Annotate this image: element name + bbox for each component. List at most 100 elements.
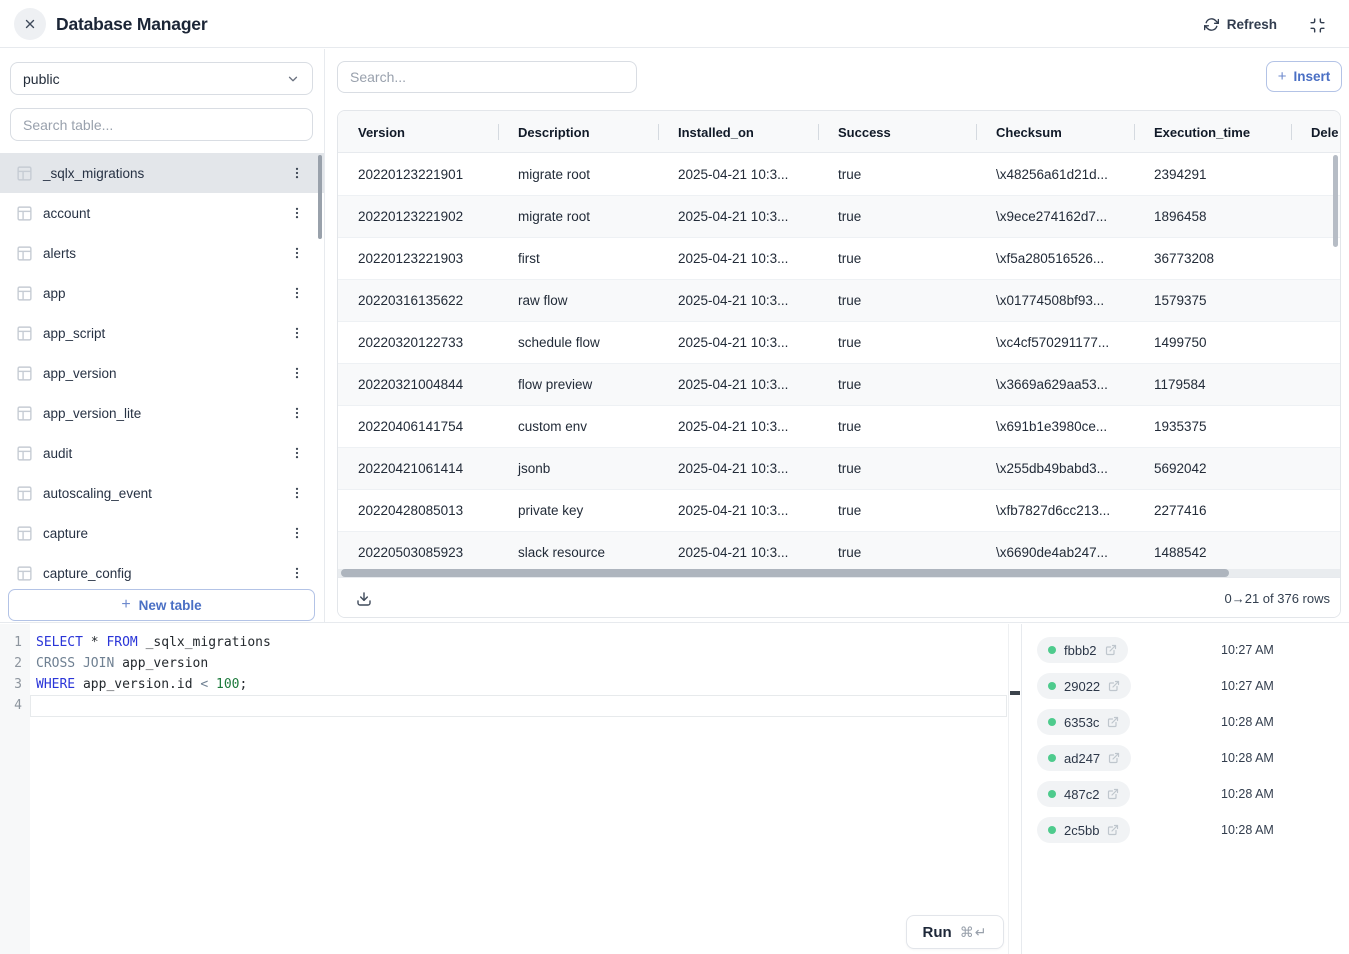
table-item-menu-button[interactable] — [288, 163, 306, 183]
grid-cell[interactable]: 2025-04-21 10:3... — [658, 490, 818, 531]
grid-cell[interactable]: raw flow — [498, 280, 658, 321]
grid-cell[interactable] — [1291, 364, 1341, 405]
grid-cell[interactable]: \x3669a629aa53... — [976, 364, 1134, 405]
table-list-item[interactable]: app_version — [0, 353, 324, 393]
external-link-icon[interactable] — [1105, 644, 1117, 656]
table-list-item[interactable]: app — [0, 273, 324, 313]
code-line[interactable]: 2CROSS JOIN app_version — [0, 653, 1007, 674]
table-list-item[interactable]: capture_config — [0, 553, 324, 589]
table-item-menu-button[interactable] — [288, 363, 306, 383]
code-line[interactable]: 3WHERE app_version.id < 100; — [0, 674, 1007, 695]
grid-cell[interactable]: true — [818, 153, 976, 195]
grid-cell[interactable]: 2025-04-21 10:3... — [658, 280, 818, 321]
grid-cell[interactable]: true — [818, 322, 976, 363]
grid-cell[interactable]: migrate root — [498, 196, 658, 237]
history-query-pill[interactable]: 29022 — [1037, 673, 1131, 699]
sidebar-scrollbar[interactable] — [318, 155, 322, 239]
grid-row[interactable]: 20220123221902migrate root2025-04-21 10:… — [338, 195, 1341, 237]
grid-cell[interactable]: 1896458 — [1134, 196, 1291, 237]
table-list-item[interactable]: autoscaling_event — [0, 473, 324, 513]
grid-cell[interactable]: private key — [498, 490, 658, 531]
grid-header-cell[interactable]: Version — [338, 111, 498, 153]
grid-cell[interactable] — [1291, 322, 1341, 363]
run-button[interactable]: Run ⌘↵ — [906, 915, 1004, 949]
grid-search-input[interactable] — [337, 61, 637, 93]
external-link-icon[interactable] — [1107, 824, 1119, 836]
grid-cell[interactable]: 5692042 — [1134, 448, 1291, 489]
insert-button[interactable]: + Insert — [1266, 61, 1342, 92]
grid-row[interactable]: 20220406141754custom env2025-04-21 10:3.… — [338, 405, 1341, 447]
grid-cell[interactable]: 1935375 — [1134, 406, 1291, 447]
grid-cell[interactable]: \x6690de4ab247... — [976, 532, 1134, 573]
table-item-menu-button[interactable] — [288, 203, 306, 223]
table-item-menu-button[interactable] — [288, 403, 306, 423]
history-query-pill[interactable]: ad247 — [1037, 745, 1131, 771]
grid-cell[interactable]: 2277416 — [1134, 490, 1291, 531]
grid-vertical-scrollbar[interactable] — [1333, 155, 1338, 247]
grid-horizontal-scrollbar[interactable] — [341, 569, 1229, 577]
grid-header-cell[interactable]: Checksum — [976, 111, 1134, 153]
grid-cell[interactable]: 2025-04-21 10:3... — [658, 448, 818, 489]
export-button[interactable] — [352, 587, 376, 611]
new-table-button[interactable]: + New table — [8, 589, 315, 621]
history-query-pill[interactable]: 487c2 — [1037, 781, 1130, 807]
grid-header-cell[interactable]: Installed_on — [658, 111, 818, 153]
history-query-pill[interactable]: 6353c — [1037, 709, 1130, 735]
grid-cell[interactable]: 20220123221903 — [338, 238, 498, 279]
schema-select[interactable]: public — [10, 62, 313, 95]
code-line[interactable]: 1SELECT * FROM _sqlx_migrations — [0, 632, 1007, 653]
grid-cell[interactable]: 20220406141754 — [338, 406, 498, 447]
grid-cell[interactable]: 20220421061414 — [338, 448, 498, 489]
grid-cell[interactable]: 2394291 — [1134, 153, 1291, 195]
grid-row[interactable]: 20220421061414jsonb2025-04-21 10:3...tru… — [338, 447, 1341, 489]
grid-cell[interactable] — [1291, 406, 1341, 447]
table-list-item[interactable]: alerts — [0, 233, 324, 273]
grid-cell[interactable]: 20220316135622 — [338, 280, 498, 321]
external-link-icon[interactable] — [1107, 716, 1119, 728]
grid-cell[interactable]: slack resource — [498, 532, 658, 573]
grid-row[interactable]: 20220503085923slack resource2025-04-21 1… — [338, 531, 1341, 573]
grid-cell[interactable]: 20220123221901 — [338, 153, 498, 195]
grid-cell[interactable]: jsonb — [498, 448, 658, 489]
grid-row[interactable]: 20220321004844flow preview2025-04-21 10:… — [338, 363, 1341, 405]
table-list-item[interactable]: _sqlx_migrations — [0, 153, 324, 193]
table-list-item[interactable]: app_script — [0, 313, 324, 353]
grid-cell[interactable]: true — [818, 490, 976, 531]
close-button[interactable] — [14, 8, 46, 40]
grid-cell[interactable]: flow preview — [498, 364, 658, 405]
grid-cell[interactable]: \x691b1e3980ce... — [976, 406, 1134, 447]
grid-cell[interactable]: 20220321004844 — [338, 364, 498, 405]
grid-row[interactable]: 20220320122733schedule flow2025-04-21 10… — [338, 321, 1341, 363]
table-item-menu-button[interactable] — [288, 523, 306, 543]
grid-cell[interactable]: \xf5a280516526... — [976, 238, 1134, 279]
grid-cell[interactable]: 1179584 — [1134, 364, 1291, 405]
grid-cell[interactable]: true — [818, 364, 976, 405]
grid-cell[interactable]: custom env — [498, 406, 658, 447]
grid-cell[interactable]: 20220320122733 — [338, 322, 498, 363]
table-item-menu-button[interactable] — [288, 243, 306, 263]
grid-cell[interactable]: 2025-04-21 10:3... — [658, 532, 818, 573]
table-list-item[interactable]: account — [0, 193, 324, 233]
history-query-pill[interactable]: fbbb2 — [1037, 637, 1128, 663]
grid-cell[interactable]: 2025-04-21 10:3... — [658, 196, 818, 237]
external-link-icon[interactable] — [1108, 752, 1120, 764]
table-list-item[interactable]: app_version_lite — [0, 393, 324, 433]
grid-cell[interactable] — [1291, 490, 1341, 531]
grid-cell[interactable]: 2025-04-21 10:3... — [658, 153, 818, 195]
grid-header-cell[interactable]: Execution_time — [1134, 111, 1291, 153]
grid-cell[interactable]: true — [818, 238, 976, 279]
grid-cell[interactable]: 36773208 — [1134, 238, 1291, 279]
grid-cell[interactable]: migrate root — [498, 153, 658, 195]
exit-fullscreen-button[interactable] — [1309, 16, 1327, 34]
grid-cell[interactable]: 1488542 — [1134, 532, 1291, 573]
grid-cell[interactable]: \x01774508bf93... — [976, 280, 1134, 321]
grid-cell[interactable]: 2025-04-21 10:3... — [658, 364, 818, 405]
grid-cell[interactable] — [1291, 280, 1341, 321]
grid-header-cell[interactable]: Description — [498, 111, 658, 153]
grid-row[interactable]: 20220123221901migrate root2025-04-21 10:… — [338, 153, 1341, 195]
grid-row[interactable]: 20220428085013private key2025-04-21 10:3… — [338, 489, 1341, 531]
grid-cell[interactable]: \xfb7827d6cc213... — [976, 490, 1134, 531]
history-query-pill[interactable]: 2c5bb — [1037, 817, 1130, 843]
grid-cell[interactable]: \xc4cf570291177... — [976, 322, 1134, 363]
grid-cell[interactable]: schedule flow — [498, 322, 658, 363]
